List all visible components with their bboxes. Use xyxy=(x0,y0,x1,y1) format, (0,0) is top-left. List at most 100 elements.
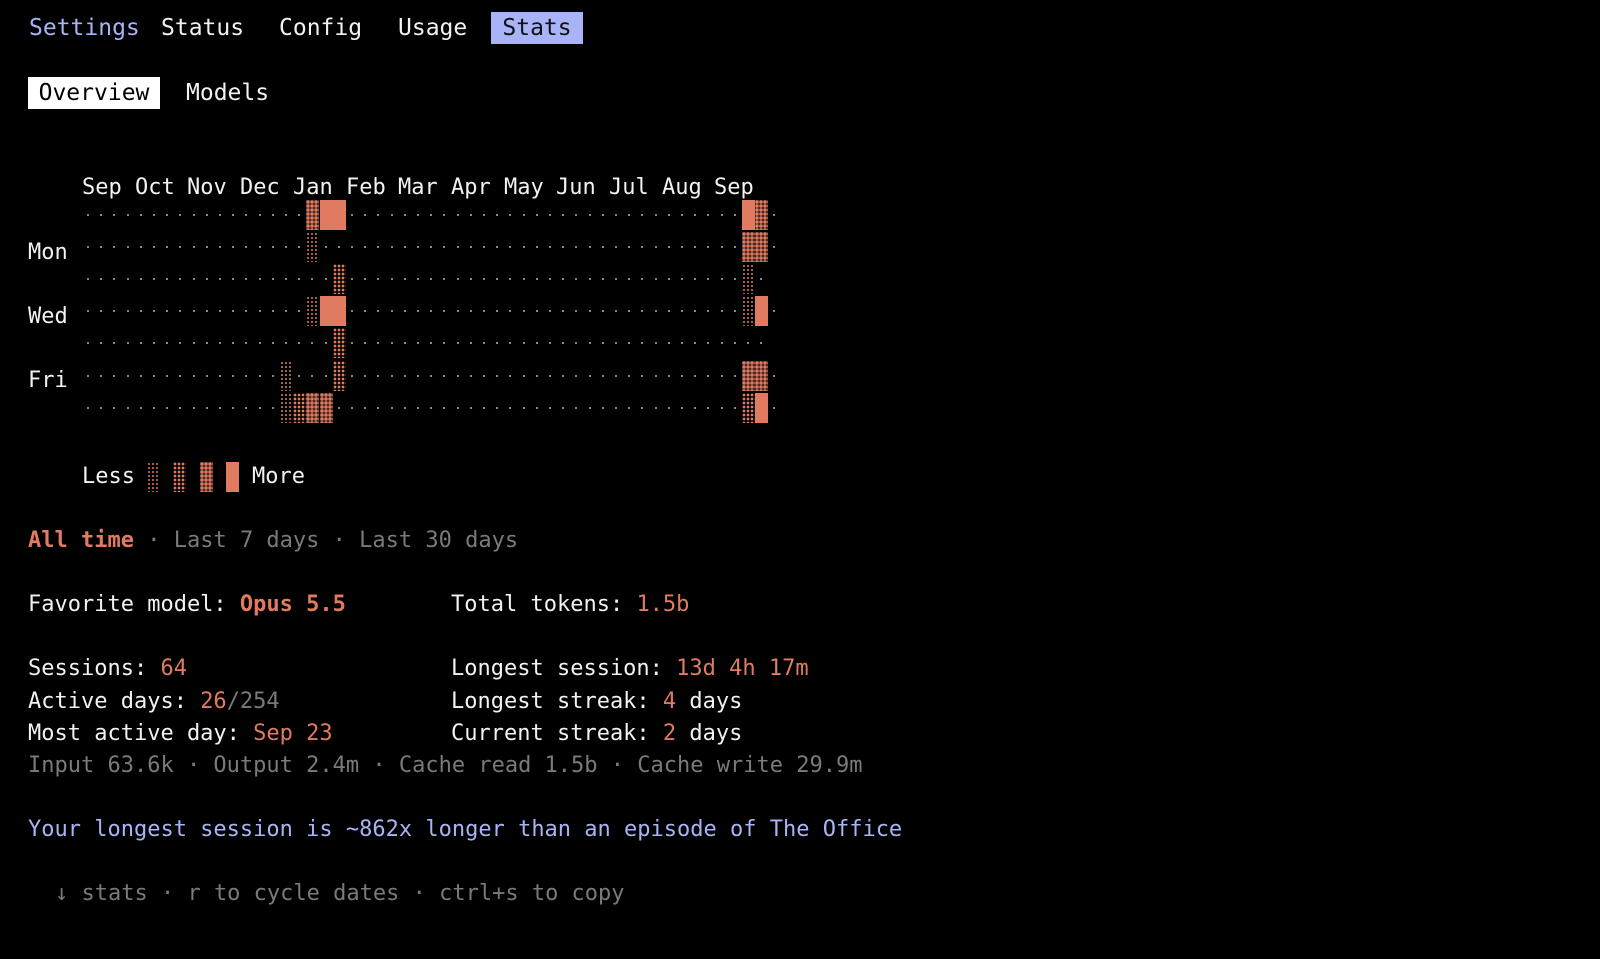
heatmap-cell-active xyxy=(742,361,755,391)
heatmap-cell-empty xyxy=(108,264,121,294)
sessions-stat: Sessions: 64 xyxy=(28,653,187,685)
tab-stats[interactable]: Stats xyxy=(491,12,583,44)
heatmap-cell-empty xyxy=(491,296,504,326)
day-label-wed: Wed xyxy=(28,304,68,329)
heatmap-cell-empty xyxy=(346,361,359,391)
heatmap-cell-empty xyxy=(716,232,729,262)
heatmap-cell-empty xyxy=(689,393,702,423)
heatmap-cell-empty xyxy=(504,296,517,326)
tab-status[interactable]: Status xyxy=(161,12,244,44)
subtab-models[interactable]: Models xyxy=(186,77,269,109)
heatmap-cell-empty xyxy=(663,264,676,294)
heatmap-cell-active xyxy=(755,296,768,326)
heatmap-cell-empty xyxy=(386,393,399,423)
heatmap-cell-empty xyxy=(518,361,531,391)
heatmap-cell-empty xyxy=(518,328,531,358)
tab-settings[interactable]: Settings xyxy=(29,12,140,44)
heatmap-cell-empty xyxy=(359,232,372,262)
day-label-mon: Mon xyxy=(28,240,68,265)
heatmap-cell-empty xyxy=(174,296,187,326)
heatmap-cell-empty xyxy=(254,393,267,423)
heatmap-cell-empty xyxy=(676,264,689,294)
heatmap-cell-empty xyxy=(161,393,174,423)
heatmap-cell-empty xyxy=(412,264,425,294)
heatmap-cell-active xyxy=(293,393,306,423)
heatmap-cell-empty xyxy=(161,361,174,391)
heatmap-cell-empty xyxy=(636,296,649,326)
range-last-30-days[interactable]: Last 30 days xyxy=(359,528,518,553)
heatmap-cell-empty xyxy=(504,200,517,230)
heatmap-cell-empty xyxy=(95,264,108,294)
heatmap-cell-empty xyxy=(650,393,663,423)
heatmap-cell-empty xyxy=(267,296,280,326)
heatmap-cell-empty xyxy=(478,296,491,326)
heatmap-cell-empty xyxy=(161,200,174,230)
heatmap-cell-empty xyxy=(333,232,346,262)
most-active-day-stat: Most active day: Sep 23 xyxy=(28,718,333,750)
heatmap-cell-empty xyxy=(135,200,148,230)
heatmap-cell-empty xyxy=(531,328,544,358)
heatmap-cell-empty xyxy=(531,200,544,230)
heatmap-cell-empty xyxy=(676,296,689,326)
heatmap-cell-empty xyxy=(478,232,491,262)
heatmap-cell-empty xyxy=(399,393,412,423)
heatmap-cell-empty xyxy=(293,296,306,326)
heatmap-cell-active xyxy=(755,200,768,230)
heatmap-cell-empty xyxy=(122,264,135,294)
heatmap-cell-empty xyxy=(584,361,597,391)
longest-streak-value: 4 xyxy=(662,689,677,714)
heatmap-cell-empty xyxy=(227,393,240,423)
heatmap-cell-empty xyxy=(95,393,108,423)
heatmap-cell-empty xyxy=(491,200,504,230)
heatmap-cell-empty xyxy=(531,264,544,294)
heatmap-cell-empty xyxy=(386,200,399,230)
heatmap-cell-empty xyxy=(755,328,768,358)
heatmap-cell-empty xyxy=(188,393,201,423)
current-streak-unit: days xyxy=(676,721,743,746)
heatmap-cell-active xyxy=(333,264,346,294)
range-last-7-days[interactable]: Last 7 days xyxy=(174,528,320,553)
heatmap-cell-empty xyxy=(465,200,478,230)
active-days-value: 26 xyxy=(200,689,227,714)
heatmap-cell-empty xyxy=(650,328,663,358)
heatmap-cell-empty xyxy=(438,361,451,391)
heatmap-cell-empty xyxy=(689,264,702,294)
heatmap-cell-empty xyxy=(623,232,636,262)
heatmap-cell-empty xyxy=(557,232,570,262)
heatmap-cell-empty xyxy=(108,296,121,326)
most-active-day-value: Sep 23 xyxy=(253,721,333,746)
legend-level-3 xyxy=(200,462,213,492)
heatmap-cell-empty xyxy=(293,328,306,358)
date-range-selector: All time · Last 7 days · Last 30 days xyxy=(28,525,518,557)
heatmap-cell-empty xyxy=(425,232,438,262)
range-all-time[interactable]: All time xyxy=(28,528,134,553)
tab-config[interactable]: Config xyxy=(279,12,362,44)
heatmap-cell-active xyxy=(742,264,755,294)
heatmap-cell-empty xyxy=(372,393,385,423)
most-active-day-label: Most active day: xyxy=(28,721,254,746)
heatmap-cell-empty xyxy=(135,232,148,262)
heatmap-cell-empty xyxy=(570,393,583,423)
heatmap-cell-empty xyxy=(663,361,676,391)
heatmap-cell-empty xyxy=(412,361,425,391)
legend-less-label: Less xyxy=(82,464,135,489)
heatmap-cell-empty xyxy=(544,232,557,262)
heatmap-cell-active xyxy=(755,393,768,423)
heatmap-cell-empty xyxy=(240,393,253,423)
heatmap-cell-empty xyxy=(491,361,504,391)
tab-usage[interactable]: Usage xyxy=(398,12,467,44)
total-tokens-value: 1.5b xyxy=(636,592,690,617)
heatmap-cell-empty xyxy=(280,264,293,294)
heatmap-cell-empty xyxy=(676,393,689,423)
heatmap-cell-empty xyxy=(425,264,438,294)
heatmap-cell-empty xyxy=(108,232,121,262)
heatmap-cell-empty xyxy=(188,296,201,326)
heatmap-cell-empty xyxy=(610,393,623,423)
heatmap-cell-empty xyxy=(412,232,425,262)
subtab-overview[interactable]: Overview xyxy=(28,77,160,109)
heatmap-cell-empty xyxy=(267,328,280,358)
heatmap-cell-empty xyxy=(174,393,187,423)
heatmap-cell-empty xyxy=(452,393,465,423)
heatmap-cell-empty xyxy=(729,264,742,294)
legend-level-2 xyxy=(173,462,186,492)
